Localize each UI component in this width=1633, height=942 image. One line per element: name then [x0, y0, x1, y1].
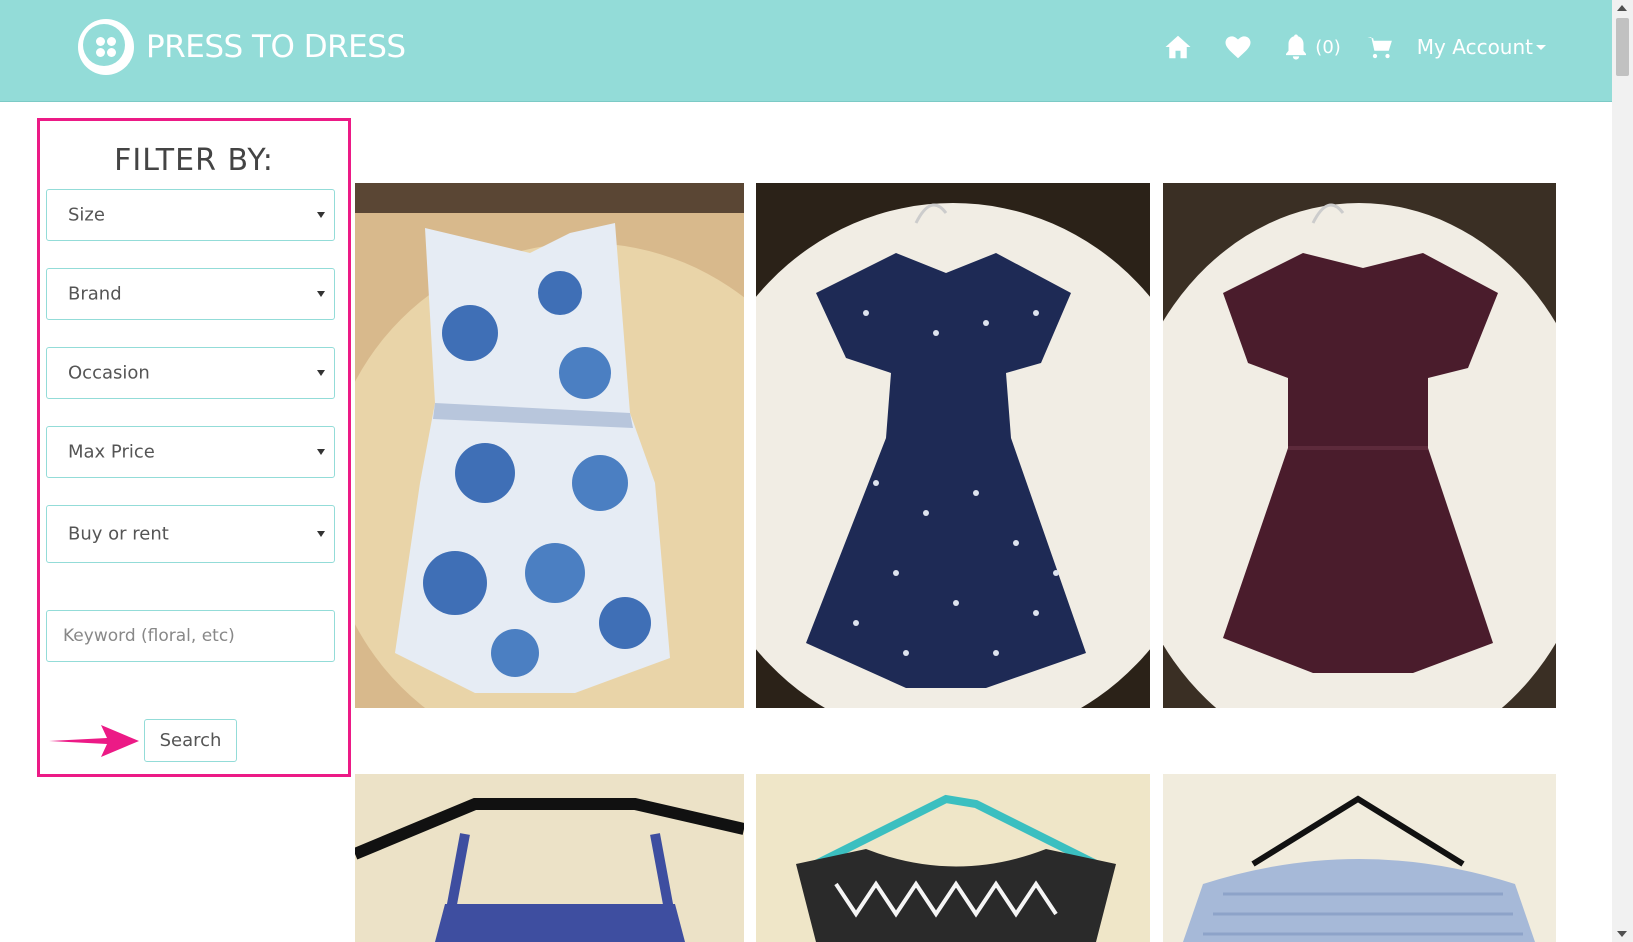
scroll-thumb[interactable]: [1616, 18, 1629, 76]
chevron-down-icon: [317, 449, 325, 455]
product-image-2[interactable]: [756, 183, 1150, 708]
notification-count: (0): [1315, 36, 1341, 58]
top-navbar: PRESS TO DRESS (0) My Account: [0, 0, 1612, 102]
nav-icons: (0) My Account: [1161, 30, 1546, 64]
pointer-arrow-icon: [49, 725, 139, 757]
chevron-down-icon: [317, 370, 325, 376]
chevron-down-icon: [317, 212, 325, 218]
keyword-input[interactable]: [46, 610, 335, 662]
product-image-6[interactable]: [1163, 774, 1556, 942]
brand-link[interactable]: PRESS TO DRESS: [78, 19, 406, 75]
filter-panel: FILTER BY: Size Brand Occasion Max Price…: [37, 118, 351, 777]
home-icon[interactable]: [1161, 30, 1195, 64]
my-account-dropdown[interactable]: My Account: [1417, 35, 1546, 59]
scroll-down-icon[interactable]: [1617, 931, 1627, 937]
vertical-scrollbar[interactable]: [1612, 0, 1633, 942]
my-account-label: My Account: [1416, 35, 1533, 59]
buy-or-rent-select[interactable]: Buy or rent: [46, 505, 335, 563]
size-select[interactable]: Size: [46, 189, 335, 241]
chevron-down-icon: [317, 531, 325, 537]
caret-down-icon: [1536, 44, 1546, 50]
search-button[interactable]: Search: [144, 719, 237, 762]
occasion-select-label: Occasion: [68, 362, 150, 384]
scroll-up-icon[interactable]: [1617, 5, 1627, 11]
product-image-4[interactable]: [355, 774, 744, 942]
occasion-select[interactable]: Occasion: [46, 347, 335, 399]
filter-title: FILTER BY:: [114, 143, 274, 178]
size-select-label: Size: [68, 204, 105, 226]
heart-icon[interactable]: [1221, 30, 1255, 64]
bell-icon: [1279, 30, 1313, 64]
notifications-button[interactable]: (0): [1279, 30, 1341, 64]
brand-select[interactable]: Brand: [46, 268, 335, 320]
chevron-down-icon: [317, 291, 325, 297]
buy-or-rent-select-label: Buy or rent: [68, 523, 169, 545]
product-image-5[interactable]: [756, 774, 1150, 942]
brand-name: PRESS TO DRESS: [146, 29, 406, 65]
max-price-select-label: Max Price: [68, 441, 155, 463]
max-price-select[interactable]: Max Price: [46, 426, 335, 478]
cart-icon[interactable]: [1363, 30, 1397, 64]
button-logo-icon: [78, 19, 134, 75]
brand-select-label: Brand: [68, 283, 122, 305]
product-image-3[interactable]: [1163, 183, 1556, 708]
product-image-1[interactable]: [355, 183, 744, 708]
